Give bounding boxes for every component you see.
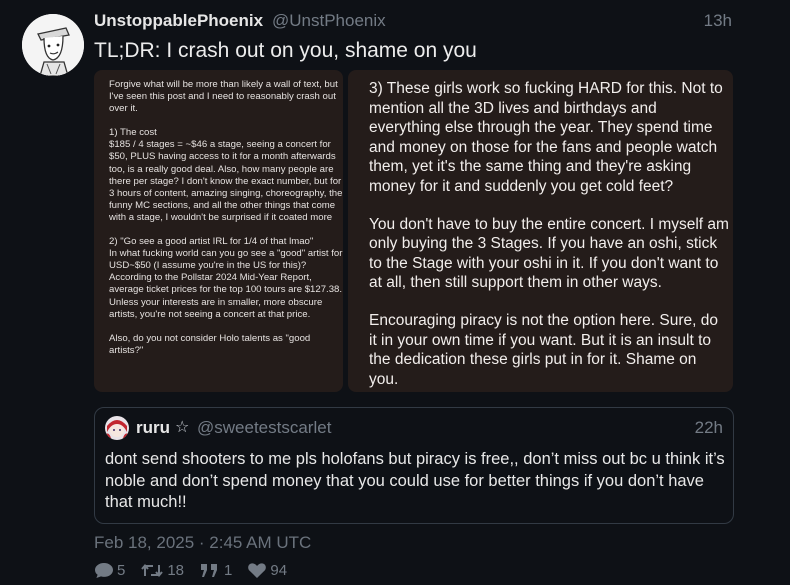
image-text-block: 3) These girls work so fucking HARD for … <box>369 79 729 389</box>
retweet-stat[interactable]: 18 <box>140 562 184 579</box>
heart-icon <box>248 563 267 578</box>
quoted-tweet[interactable]: ruru ☆ @sweetestscarlet 22h dont send sh… <box>94 407 734 524</box>
quoted-tweet-text: dont send shooters to me pls holofans bu… <box>105 450 725 511</box>
quoted-author-name[interactable]: ruru <box>136 418 170 438</box>
like-count: 94 <box>270 562 288 579</box>
post-text: TL;DR: I crash out on you, shame on you <box>94 39 477 62</box>
author-handle[interactable]: @UnstPhoenix <box>272 11 386 31</box>
quote-icon <box>201 564 218 577</box>
author-avatar[interactable] <box>22 14 84 76</box>
image-paragraph: 3) These girls work so fucking HARD for … <box>369 80 723 195</box>
image-paragraph: You don't have to buy the entire concert… <box>369 215 729 292</box>
comment-icon <box>95 563 113 578</box>
image-paragraph: Forgive what will be more than likely a … <box>109 79 338 115</box>
retweet-icon <box>141 563 164 578</box>
attached-image-left[interactable]: Forgive what will be more than likely a … <box>94 70 343 392</box>
star-icon: ☆ <box>175 419 190 436</box>
quoted-author-avatar[interactable] <box>105 416 129 440</box>
image-paragraph: 2) "Go see a good artist IRL for 1/4 of … <box>109 236 343 320</box>
reply-count: 5 <box>117 562 126 579</box>
post-date[interactable]: Feb 18, 2025 · 2:45 AM UTC <box>94 533 311 553</box>
post-timestamp[interactable]: 13h <box>704 11 732 31</box>
quoted-author-handle[interactable]: @sweetestscarlet <box>197 418 331 438</box>
image-paragraph: Also, do you not consider Holo talents a… <box>109 332 311 356</box>
quote-count: 1 <box>224 562 233 579</box>
reply-stat[interactable]: 5 <box>94 562 125 579</box>
anime-avatar-icon <box>105 416 129 440</box>
quote-stat[interactable]: 1 <box>199 562 232 579</box>
cartoon-avatar-icon <box>22 14 84 76</box>
stats-bar: 5 18 1 94 <box>94 562 302 579</box>
attached-image-right[interactable]: 3) These girls work so fucking HARD for … <box>348 70 733 392</box>
image-paragraph: 1) The cost $185 / 4 stages = ~$46 a sta… <box>109 127 343 223</box>
image-text-block: Forgive what will be more than likely a … <box>109 79 343 357</box>
author-name[interactable]: UnstoppablePhoenix <box>94 11 263 31</box>
quoted-timestamp[interactable]: 22h <box>695 418 723 438</box>
retweet-count: 18 <box>167 562 185 579</box>
image-paragraph: Encouraging piracy is not the option her… <box>369 311 718 388</box>
like-stat[interactable]: 94 <box>247 562 287 579</box>
